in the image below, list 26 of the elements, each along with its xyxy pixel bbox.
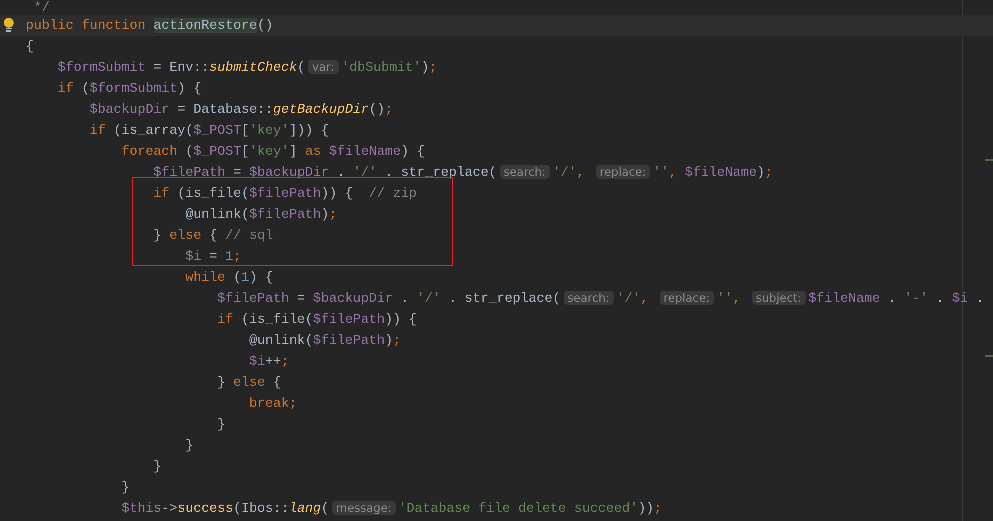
code-line: public function actionRestore() — [26, 17, 274, 35]
code-line: } — [184, 437, 194, 455]
code-line: } — [152, 458, 162, 476]
code-line: } else { — [216, 374, 282, 392]
code-line: $filePath = $backupDir . '/' . str_replace( search: '/', replace: '', subject: $fileName . '-' . $i . — [216, 290, 984, 308]
code-line: { — [26, 38, 34, 56]
code-line: @unlink($filePath); — [248, 332, 402, 350]
code-line: } else { // sql — [152, 227, 274, 245]
code-line: while (1) { — [184, 269, 274, 287]
code-line: $i = 1; — [184, 248, 242, 266]
code-line: break; — [248, 395, 298, 413]
code-line: if (is_file($filePath)) { // zip — [152, 185, 418, 203]
code-line: $formSubmit = Env::submitCheck( var: 'dbSubmit'); — [56, 59, 438, 77]
code-line: $filePath = $backupDir . '/' . str_replace( search: '/', replace: '', $fileName); — [152, 164, 773, 182]
code-line: if (is_file($filePath)) { — [216, 311, 418, 329]
code-line: @unlink($filePath); — [184, 206, 338, 224]
code-line: } — [216, 416, 226, 434]
code-line: $i++; — [248, 353, 290, 371]
code-line: if (is_array($_POST['key'])) { — [88, 122, 330, 140]
code-line: $this->success(Ibos::lang( message: 'Database file delete succeed')); — [120, 500, 662, 518]
code-line: foreach ($_POST['key'] as $fileName) { — [120, 143, 426, 161]
lightbulb-icon[interactable] — [3, 17, 15, 33]
code-line: } — [120, 479, 130, 497]
code-line: */ — [32, 0, 50, 15]
code-line: $backupDir = Database::getBackupDir(); — [88, 101, 394, 119]
code-line: if ($formSubmit) { — [56, 80, 202, 98]
